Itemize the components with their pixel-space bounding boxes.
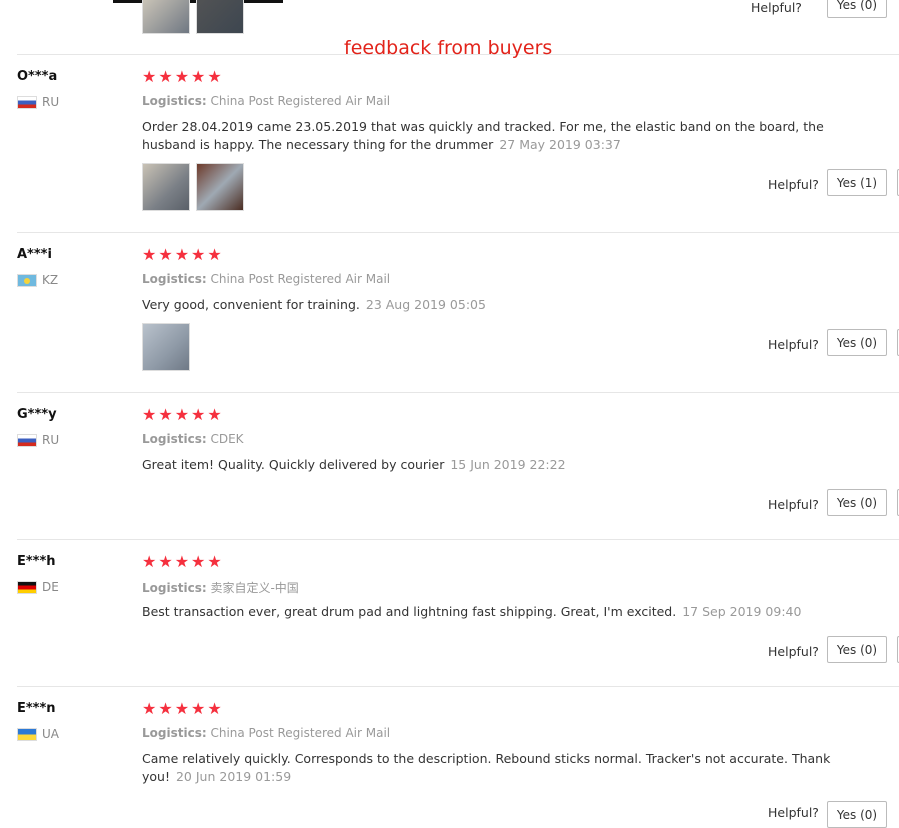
review-photos [142,323,190,371]
reviewer-name: G***y [17,407,57,422]
review-date: 17 Sep 2019 09:40 [682,604,802,619]
review-text: Came relatively quickly. Corresponds to … [142,750,872,786]
logistics-info: Logistics: China Post Registered Air Mai… [142,272,390,286]
logistics-value: China Post Registered Air Mail [210,94,391,108]
review-photo[interactable] [196,0,244,34]
helpful-label: Helpful? [751,0,802,15]
review-body: Very good, convenient for training. [142,297,360,312]
star-rating: ★★★★★ [142,245,224,264]
divider [17,232,899,233]
logistics-info: Logistics: 卖家自定义-中国 [142,579,299,596]
logistics-label: Logistics: [142,432,207,446]
star-rating: ★★★★★ [142,699,224,718]
helpful-yes-button[interactable]: Yes (1) [827,169,887,196]
review-date: 20 Jun 2019 01:59 [175,769,292,784]
review-body: Order 28.04.2019 came 23.05.2019 that wa… [142,119,824,152]
reviewer-country: KZ [17,273,58,287]
helpful-yes-button[interactable]: Yes (0) [827,489,887,516]
country-code: UA [42,727,59,741]
country-code: RU [42,433,60,447]
star-rating: ★★★★★ [142,67,224,86]
reviewer-country: DE [17,580,59,594]
review-date: 23 Aug 2019 05:05 [365,297,486,312]
reviewer-country: UA [17,727,59,741]
helpful-yes-button[interactable]: Yes (0) [827,0,887,18]
logistics-label: Logistics: [142,581,207,595]
star-rating: ★★★★★ [142,552,224,571]
flag-ru-icon [17,433,37,447]
divider [17,686,899,687]
logistics-label: Logistics: [142,94,207,108]
review-photo[interactable] [142,323,190,371]
review-body: Best transaction ever, great drum pad an… [142,604,677,619]
country-code: DE [42,580,59,594]
reviewer-country: RU [17,95,59,109]
flag-kz-icon [17,273,37,287]
helpful-label: Helpful? [768,177,819,192]
logistics-info: Logistics: CDEK [142,432,244,446]
feedback-banner: feedback from buyers [344,37,553,59]
country-code: RU [42,95,60,109]
country-code: KZ [42,273,59,287]
helpful-yes-button[interactable]: Yes (0) [827,636,887,663]
reviewer-name: O***a [17,69,58,84]
star-rating: ★★★★★ [142,405,224,424]
flag-de-icon [17,580,37,594]
reviewer-country: RU [17,433,59,447]
helpful-yes-button[interactable]: Yes (0) [827,801,887,828]
helpful-label: Helpful? [768,497,819,512]
prev-review-photos [142,0,244,34]
review-text: Best transaction ever, great drum pad an… [142,603,872,621]
logistics-info: Logistics: China Post Registered Air Mai… [142,726,390,740]
logistics-value: China Post Registered Air Mail [210,726,391,740]
review-text: Great item! Quality. Quickly delivered b… [142,456,872,474]
review-text: Very good, convenient for training. 23 Au… [142,296,872,314]
logistics-value: 卖家自定义-中国 [210,581,299,595]
logistics-label: Logistics: [142,272,207,286]
review-photo[interactable] [196,163,244,211]
divider [17,539,899,540]
reviewer-name: E***n [17,701,56,716]
flag-ua-icon [17,727,37,741]
logistics-info: Logistics: China Post Registered Air Mai… [142,94,390,108]
review-text: Order 28.04.2019 came 23.05.2019 that wa… [142,118,872,154]
helpful-label: Helpful? [768,644,819,659]
review-photos [142,163,244,211]
logistics-value: China Post Registered Air Mail [210,272,391,286]
flag-ru-icon [17,95,37,109]
review-date: 15 Jun 2019 22:22 [450,457,566,472]
logistics-value: CDEK [210,432,244,446]
reviewer-name: A***i [17,247,52,262]
divider [17,392,899,393]
review-body: Great item! Quality. Quickly delivered b… [142,457,445,472]
reviewer-name: E***h [17,554,56,569]
review-photo[interactable] [142,0,190,34]
logistics-label: Logistics: [142,726,207,740]
helpful-yes-button[interactable]: Yes (0) [827,329,887,356]
helpful-label: Helpful? [768,337,819,352]
review-date: 27 May 2019 03:37 [499,137,621,152]
review-photo[interactable] [142,163,190,211]
